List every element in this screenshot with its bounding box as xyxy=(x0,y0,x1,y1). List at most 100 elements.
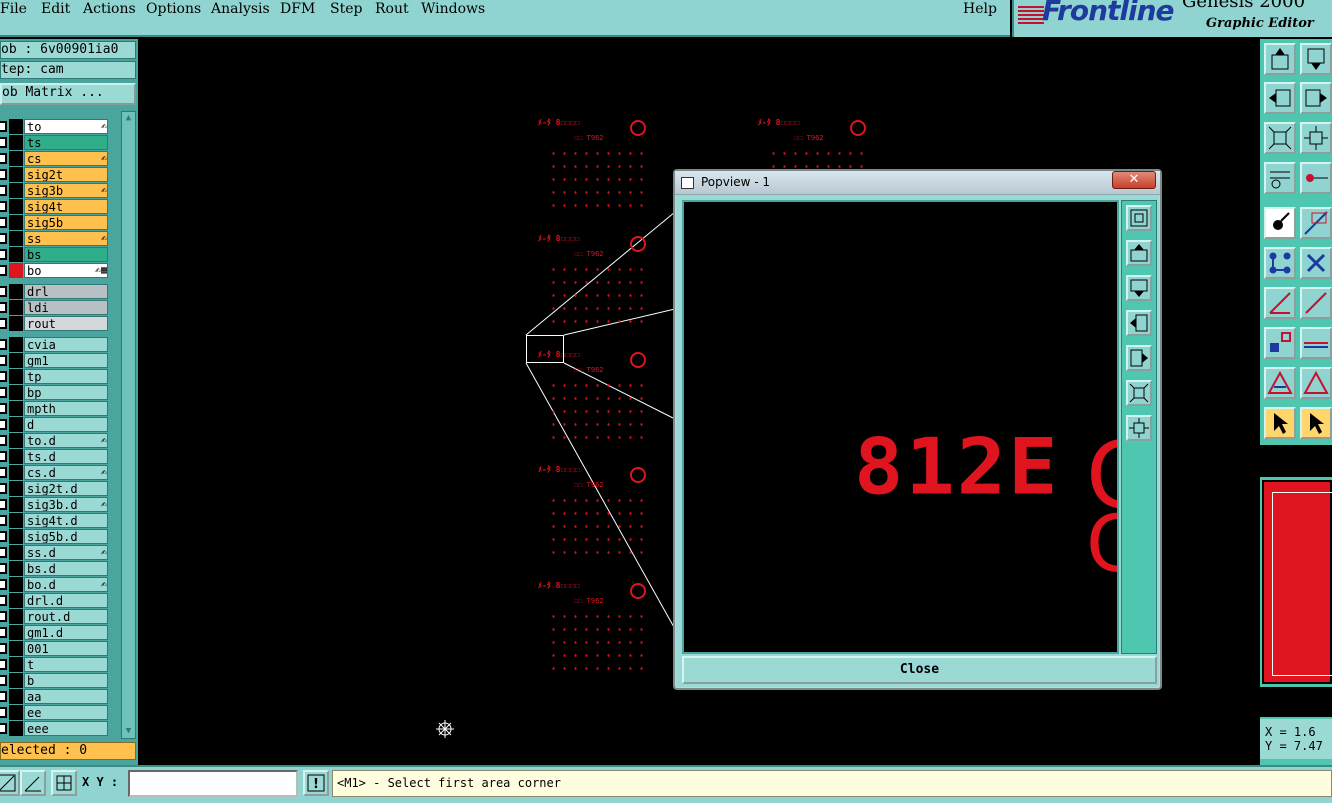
layer-affected-checkbox[interactable] xyxy=(0,531,7,542)
zoom-in-icon[interactable] xyxy=(1126,415,1152,441)
layer-affected-checkbox[interactable] xyxy=(0,169,7,180)
layer-name[interactable]: ss xyxy=(24,231,108,246)
add-arc-icon[interactable] xyxy=(1264,327,1296,359)
layer-row-mpth[interactable]: mpth xyxy=(0,401,110,416)
layer-affected-checkbox[interactable] xyxy=(0,419,7,430)
layer-row-to-d[interactable]: to.d ✍ xyxy=(0,433,110,448)
zoom-out-icon[interactable] xyxy=(1126,380,1152,406)
menu-dfm[interactable]: DFM xyxy=(280,1,315,17)
grid-icon[interactable] xyxy=(51,770,77,796)
layer-display-color[interactable] xyxy=(9,263,23,278)
popview-viewport[interactable]: 812E C C xyxy=(682,200,1119,654)
layer-row-bp[interactable]: bp xyxy=(0,385,110,400)
layer-affected-checkbox[interactable] xyxy=(0,707,7,718)
snap-mode-icon[interactable] xyxy=(0,770,20,796)
layer-display-color[interactable] xyxy=(9,337,23,352)
layer-row-ss-d[interactable]: ss.d ✍ xyxy=(0,545,110,560)
menu-step[interactable]: Step xyxy=(330,1,362,17)
layer-display-color[interactable] xyxy=(9,529,23,544)
layer-name[interactable]: sig3b xyxy=(24,183,108,198)
layer-display-color[interactable] xyxy=(9,481,23,496)
layer-name[interactable]: sig3b.d xyxy=(24,497,108,512)
layer-name[interactable]: bo.d xyxy=(24,577,108,592)
layer-name[interactable]: bs.d xyxy=(24,561,108,576)
layer-name[interactable]: d xyxy=(24,417,108,432)
layer-affected-checkbox[interactable] xyxy=(0,579,7,590)
layer-affected-checkbox[interactable] xyxy=(0,233,7,244)
layer-affected-checkbox[interactable] xyxy=(0,153,7,164)
warning-icon[interactable]: ! xyxy=(303,770,329,796)
layer-affected-checkbox[interactable] xyxy=(0,217,7,228)
layer-affected-checkbox[interactable] xyxy=(0,286,7,297)
layer-name[interactable]: aa xyxy=(24,689,108,704)
layer-name[interactable]: sig5b.d xyxy=(24,529,108,544)
layer-affected-checkbox[interactable] xyxy=(0,595,7,606)
layer-display-color[interactable] xyxy=(9,316,23,331)
layer-display-color[interactable] xyxy=(9,247,23,262)
zoom-in-icon[interactable] xyxy=(1300,122,1332,154)
layer-display-color[interactable] xyxy=(9,561,23,576)
layer-display-color[interactable] xyxy=(9,401,23,416)
layer-row-sig3b-d[interactable]: sig3b.d ✍ xyxy=(0,497,110,512)
zoom-home-icon[interactable] xyxy=(1264,122,1296,154)
layer-row-sig3b[interactable]: sig3b ✍ xyxy=(0,183,110,198)
layer-row-ts[interactable]: ts xyxy=(0,135,110,150)
layer-row-drl[interactable]: drl xyxy=(0,284,110,299)
layer-display-color[interactable] xyxy=(9,673,23,688)
xy-coordinate-input[interactable] xyxy=(128,770,298,797)
layer-name[interactable]: to xyxy=(24,119,108,134)
layer-row-bs[interactable]: bs xyxy=(0,247,110,262)
layer-display-color[interactable] xyxy=(9,183,23,198)
layer-affected-checkbox[interactable] xyxy=(0,121,7,132)
layer-row-cs-d[interactable]: cs.d ✍ xyxy=(0,465,110,480)
layer-name[interactable]: t xyxy=(24,657,108,672)
layer-row-eee[interactable]: eee xyxy=(0,721,110,736)
layer-display-color[interactable] xyxy=(9,135,23,150)
menu-windows[interactable]: Windows xyxy=(421,1,485,17)
layer-name[interactable]: rout.d xyxy=(24,609,108,624)
layer-display-color[interactable] xyxy=(9,284,23,299)
menu-help[interactable]: Help xyxy=(963,1,997,17)
layer-affected-checkbox[interactable] xyxy=(0,643,7,654)
pointer-select-icon[interactable] xyxy=(1300,407,1332,439)
layer-row-aa[interactable]: aa xyxy=(0,689,110,704)
window-close-button[interactable]: ✕ xyxy=(1112,171,1156,189)
zoom-fit-icon[interactable] xyxy=(1126,205,1152,231)
layer-affected-checkbox[interactable] xyxy=(0,355,7,366)
layer-affected-checkbox[interactable] xyxy=(0,723,7,734)
layer-name[interactable]: sig2t.d xyxy=(24,481,108,496)
layer-row-d[interactable]: d xyxy=(0,417,110,432)
view-up-icon[interactable] xyxy=(1264,43,1296,75)
layer-display-color[interactable] xyxy=(9,119,23,134)
layer-affected-checkbox[interactable] xyxy=(0,659,7,670)
layer-row-sig5b[interactable]: sig5b xyxy=(0,215,110,230)
layer-row-rout-d[interactable]: rout.d xyxy=(0,609,110,624)
tools-icon[interactable] xyxy=(1264,162,1296,194)
layer-row-sig4t[interactable]: sig4t xyxy=(0,199,110,214)
layer-affected-checkbox[interactable] xyxy=(0,318,7,329)
layer-display-color[interactable] xyxy=(9,231,23,246)
snap-icon[interactable] xyxy=(1300,162,1332,194)
layer-row-drl-d[interactable]: drl.d xyxy=(0,593,110,608)
view-left-icon[interactable] xyxy=(1264,82,1296,114)
popview-close-button[interactable]: Close xyxy=(682,656,1157,684)
layer-display-color[interactable] xyxy=(9,199,23,214)
layer-name[interactable]: sig4t xyxy=(24,199,108,214)
layer-row-sig5b-d[interactable]: sig5b.d xyxy=(0,529,110,544)
layer-row-sig2t[interactable]: sig2t xyxy=(0,167,110,182)
layer-row-sig2t-d[interactable]: sig2t.d xyxy=(0,481,110,496)
layer-affected-checkbox[interactable] xyxy=(0,137,7,148)
layer-name[interactable]: gm1 xyxy=(24,353,108,368)
layer-name[interactable]: cs xyxy=(24,151,108,166)
layer-row-ee[interactable]: ee xyxy=(0,705,110,720)
layer-row-ss[interactable]: ss ✍ xyxy=(0,231,110,246)
layer-affected-checkbox[interactable] xyxy=(0,371,7,382)
pan-left-icon[interactable] xyxy=(1126,310,1152,336)
view-right-icon[interactable] xyxy=(1300,82,1332,114)
menu-rout[interactable]: Rout xyxy=(375,1,409,17)
layer-affected-checkbox[interactable] xyxy=(0,499,7,510)
layer-affected-checkbox[interactable] xyxy=(0,435,7,446)
layer-affected-checkbox[interactable] xyxy=(0,451,7,462)
layer-display-color[interactable] xyxy=(9,433,23,448)
layer-display-color[interactable] xyxy=(9,497,23,512)
